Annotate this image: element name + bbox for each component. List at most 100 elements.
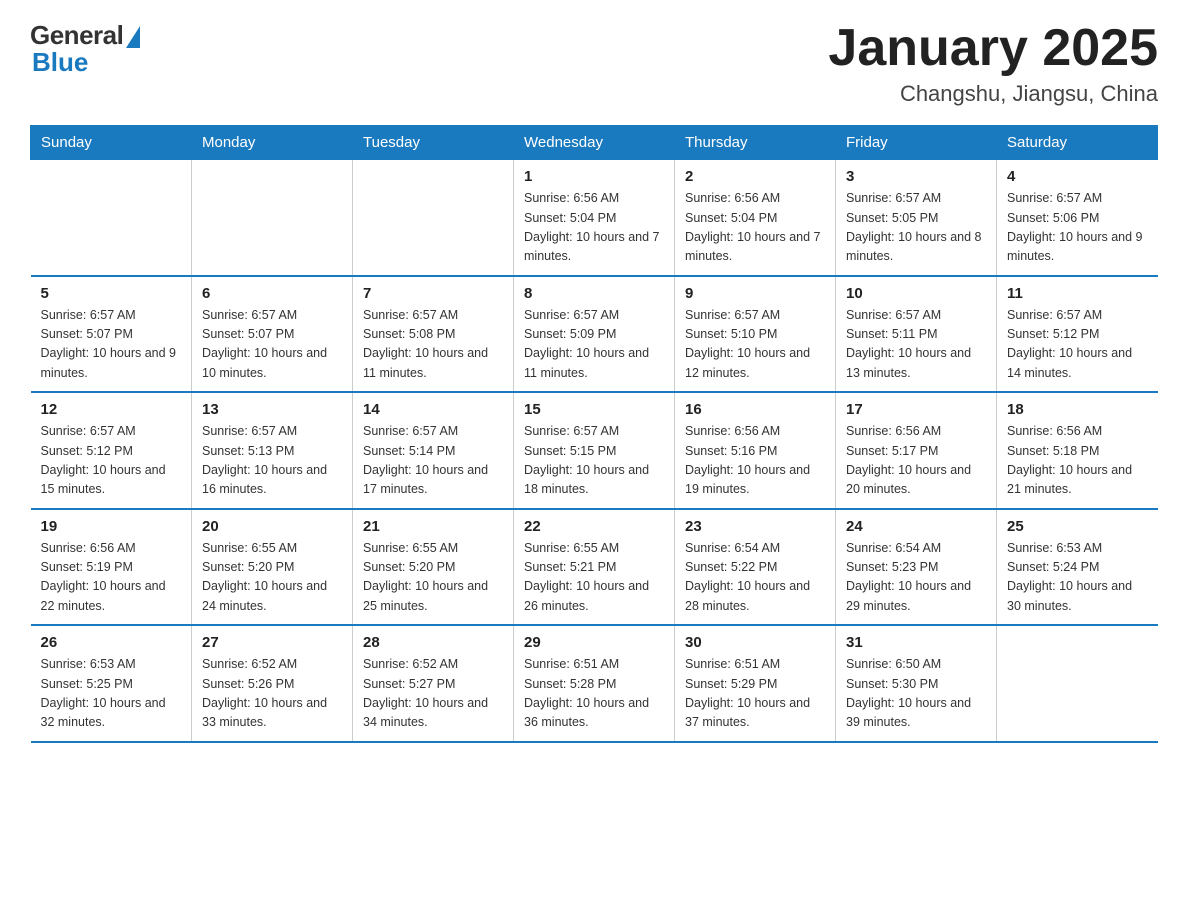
day-number: 10	[846, 285, 986, 302]
calendar-cell: 10 Sunrise: 6:57 AMSunset: 5:11 PMDayligh…	[836, 276, 997, 393]
day-info: Sunrise: 6:56 AMSunset: 5:04 PMDaylight:…	[524, 189, 664, 267]
calendar-cell	[31, 160, 192, 276]
day-number: 26	[41, 634, 182, 651]
day-number: 12	[41, 401, 182, 418]
calendar-week-row: 12Sunrise: 6:57 AMSunset: 5:12 PMDayligh…	[31, 392, 1158, 509]
calendar-week-row: 1 Sunrise: 6:56 AMSunset: 5:04 PMDaylight…	[31, 160, 1158, 276]
calendar-cell: 8 Sunrise: 6:57 AMSunset: 5:09 PMDaylight…	[514, 276, 675, 393]
day-info: Sunrise: 6:54 AMSunset: 5:23 PMDaylight:…	[846, 539, 986, 617]
day-info: Sunrise: 6:57 AMSunset: 5:13 PMDaylight:…	[202, 422, 342, 500]
day-number: 25	[1007, 518, 1148, 535]
header-day-tuesday: Tuesday	[353, 126, 514, 160]
calendar-cell: 30Sunrise: 6:51 AMSunset: 5:29 PMDayligh…	[675, 625, 836, 742]
day-number: 13	[202, 401, 342, 418]
calendar-cell: 22 Sunrise: 6:55 AMSunset: 5:21 PMDayligh…	[514, 509, 675, 626]
calendar-cell: 11 Sunrise: 6:57 AMSunset: 5:12 PMDayligh…	[997, 276, 1158, 393]
logo-triangle-icon	[126, 26, 140, 48]
calendar-cell: 16 Sunrise: 6:56 AMSunset: 5:16 PMDayligh…	[675, 392, 836, 509]
day-number: 18	[1007, 401, 1148, 418]
calendar-cell: 3Sunrise: 6:57 AMSunset: 5:05 PMDaylight…	[836, 160, 997, 276]
day-number: 14	[363, 401, 503, 418]
logo-blue-text: Blue	[30, 47, 88, 78]
day-info: Sunrise: 6:51 AMSunset: 5:28 PMDaylight:…	[524, 655, 664, 733]
day-info: Sunrise: 6:53 AMSunset: 5:24 PMDaylight:…	[1007, 539, 1148, 617]
day-number: 11	[1007, 285, 1148, 302]
calendar-cell: 6 Sunrise: 6:57 AMSunset: 5:07 PMDaylight…	[192, 276, 353, 393]
day-number: 29	[524, 634, 664, 651]
day-number: 31	[846, 634, 986, 651]
day-info: Sunrise: 6:57 AMSunset: 5:15 PMDaylight:…	[524, 422, 664, 500]
calendar-cell: 12Sunrise: 6:57 AMSunset: 5:12 PMDayligh…	[31, 392, 192, 509]
header-day-saturday: Saturday	[997, 126, 1158, 160]
calendar-cell: 26 Sunrise: 6:53 AMSunset: 5:25 PMDayligh…	[31, 625, 192, 742]
month-title: January 2025	[828, 20, 1158, 77]
day-info: Sunrise: 6:55 AMSunset: 5:21 PMDaylight:…	[524, 539, 664, 617]
calendar-cell: 7 Sunrise: 6:57 AMSunset: 5:08 PMDaylight…	[353, 276, 514, 393]
calendar-week-row: 5 Sunrise: 6:57 AMSunset: 5:07 PMDaylight…	[31, 276, 1158, 393]
day-number: 5	[41, 285, 182, 302]
calendar-cell: 18 Sunrise: 6:56 AMSunset: 5:18 PMDayligh…	[997, 392, 1158, 509]
calendar-cell: 5 Sunrise: 6:57 AMSunset: 5:07 PMDaylight…	[31, 276, 192, 393]
calendar-cell: 29 Sunrise: 6:51 AMSunset: 5:28 PMDayligh…	[514, 625, 675, 742]
header-day-friday: Friday	[836, 126, 997, 160]
calendar-cell: 19Sunrise: 6:56 AMSunset: 5:19 PMDayligh…	[31, 509, 192, 626]
day-number: 8	[524, 285, 664, 302]
day-number: 27	[202, 634, 342, 651]
calendar-cell: 2Sunrise: 6:56 AMSunset: 5:04 PMDaylight…	[675, 160, 836, 276]
page-header: General Blue January 2025 Changshu, Jian…	[30, 20, 1158, 107]
day-info: Sunrise: 6:54 AMSunset: 5:22 PMDaylight:…	[685, 539, 825, 617]
day-number: 1	[524, 168, 664, 185]
day-info: Sunrise: 6:55 AMSunset: 5:20 PMDaylight:…	[363, 539, 503, 617]
calendar-cell: 9Sunrise: 6:57 AMSunset: 5:10 PMDaylight…	[675, 276, 836, 393]
calendar-cell: 27 Sunrise: 6:52 AMSunset: 5:26 PMDayligh…	[192, 625, 353, 742]
calendar-cell: 17Sunrise: 6:56 AMSunset: 5:17 PMDayligh…	[836, 392, 997, 509]
day-info: Sunrise: 6:56 AMSunset: 5:18 PMDaylight:…	[1007, 422, 1148, 500]
day-info: Sunrise: 6:53 AMSunset: 5:25 PMDaylight:…	[41, 655, 182, 733]
calendar-cell: 21 Sunrise: 6:55 AMSunset: 5:20 PMDayligh…	[353, 509, 514, 626]
day-info: Sunrise: 6:57 AMSunset: 5:07 PMDaylight:…	[41, 306, 182, 384]
calendar-table: SundayMondayTuesdayWednesdayThursdayFrid…	[30, 125, 1158, 743]
calendar-week-row: 19Sunrise: 6:56 AMSunset: 5:19 PMDayligh…	[31, 509, 1158, 626]
calendar-header-row: SundayMondayTuesdayWednesdayThursdayFrid…	[31, 126, 1158, 160]
day-number: 21	[363, 518, 503, 535]
header-day-sunday: Sunday	[31, 126, 192, 160]
day-number: 9	[685, 285, 825, 302]
day-info: Sunrise: 6:57 AMSunset: 5:14 PMDaylight:…	[363, 422, 503, 500]
calendar-cell: 25 Sunrise: 6:53 AMSunset: 5:24 PMDayligh…	[997, 509, 1158, 626]
day-info: Sunrise: 6:57 AMSunset: 5:11 PMDaylight:…	[846, 306, 986, 384]
location-title: Changshu, Jiangsu, China	[828, 81, 1158, 107]
calendar-cell: 20Sunrise: 6:55 AMSunset: 5:20 PMDayligh…	[192, 509, 353, 626]
day-number: 24	[846, 518, 986, 535]
day-info: Sunrise: 6:56 AMSunset: 5:16 PMDaylight:…	[685, 422, 825, 500]
day-number: 16	[685, 401, 825, 418]
day-info: Sunrise: 6:57 AMSunset: 5:06 PMDaylight:…	[1007, 189, 1148, 267]
calendar-cell: 28Sunrise: 6:52 AMSunset: 5:27 PMDayligh…	[353, 625, 514, 742]
header-day-thursday: Thursday	[675, 126, 836, 160]
day-number: 23	[685, 518, 825, 535]
calendar-cell: 15 Sunrise: 6:57 AMSunset: 5:15 PMDayligh…	[514, 392, 675, 509]
day-number: 2	[685, 168, 825, 185]
calendar-cell: 4 Sunrise: 6:57 AMSunset: 5:06 PMDaylight…	[997, 160, 1158, 276]
day-number: 22	[524, 518, 664, 535]
calendar-cell: 23 Sunrise: 6:54 AMSunset: 5:22 PMDayligh…	[675, 509, 836, 626]
day-info: Sunrise: 6:57 AMSunset: 5:09 PMDaylight:…	[524, 306, 664, 384]
calendar-cell: 1 Sunrise: 6:56 AMSunset: 5:04 PMDaylight…	[514, 160, 675, 276]
day-number: 7	[363, 285, 503, 302]
day-number: 6	[202, 285, 342, 302]
day-number: 4	[1007, 168, 1148, 185]
calendar-cell: 14 Sunrise: 6:57 AMSunset: 5:14 PMDayligh…	[353, 392, 514, 509]
day-info: Sunrise: 6:57 AMSunset: 5:12 PMDaylight:…	[1007, 306, 1148, 384]
header-day-monday: Monday	[192, 126, 353, 160]
day-info: Sunrise: 6:57 AMSunset: 5:07 PMDaylight:…	[202, 306, 342, 384]
calendar-cell: 31 Sunrise: 6:50 AMSunset: 5:30 PMDayligh…	[836, 625, 997, 742]
day-number: 15	[524, 401, 664, 418]
day-info: Sunrise: 6:55 AMSunset: 5:20 PMDaylight:…	[202, 539, 342, 617]
day-info: Sunrise: 6:52 AMSunset: 5:26 PMDaylight:…	[202, 655, 342, 733]
day-info: Sunrise: 6:51 AMSunset: 5:29 PMDaylight:…	[685, 655, 825, 733]
day-number: 17	[846, 401, 986, 418]
day-number: 3	[846, 168, 986, 185]
day-info: Sunrise: 6:50 AMSunset: 5:30 PMDaylight:…	[846, 655, 986, 733]
day-info: Sunrise: 6:57 AMSunset: 5:08 PMDaylight:…	[363, 306, 503, 384]
day-info: Sunrise: 6:56 AMSunset: 5:19 PMDaylight:…	[41, 539, 182, 617]
calendar-cell: 24 Sunrise: 6:54 AMSunset: 5:23 PMDayligh…	[836, 509, 997, 626]
